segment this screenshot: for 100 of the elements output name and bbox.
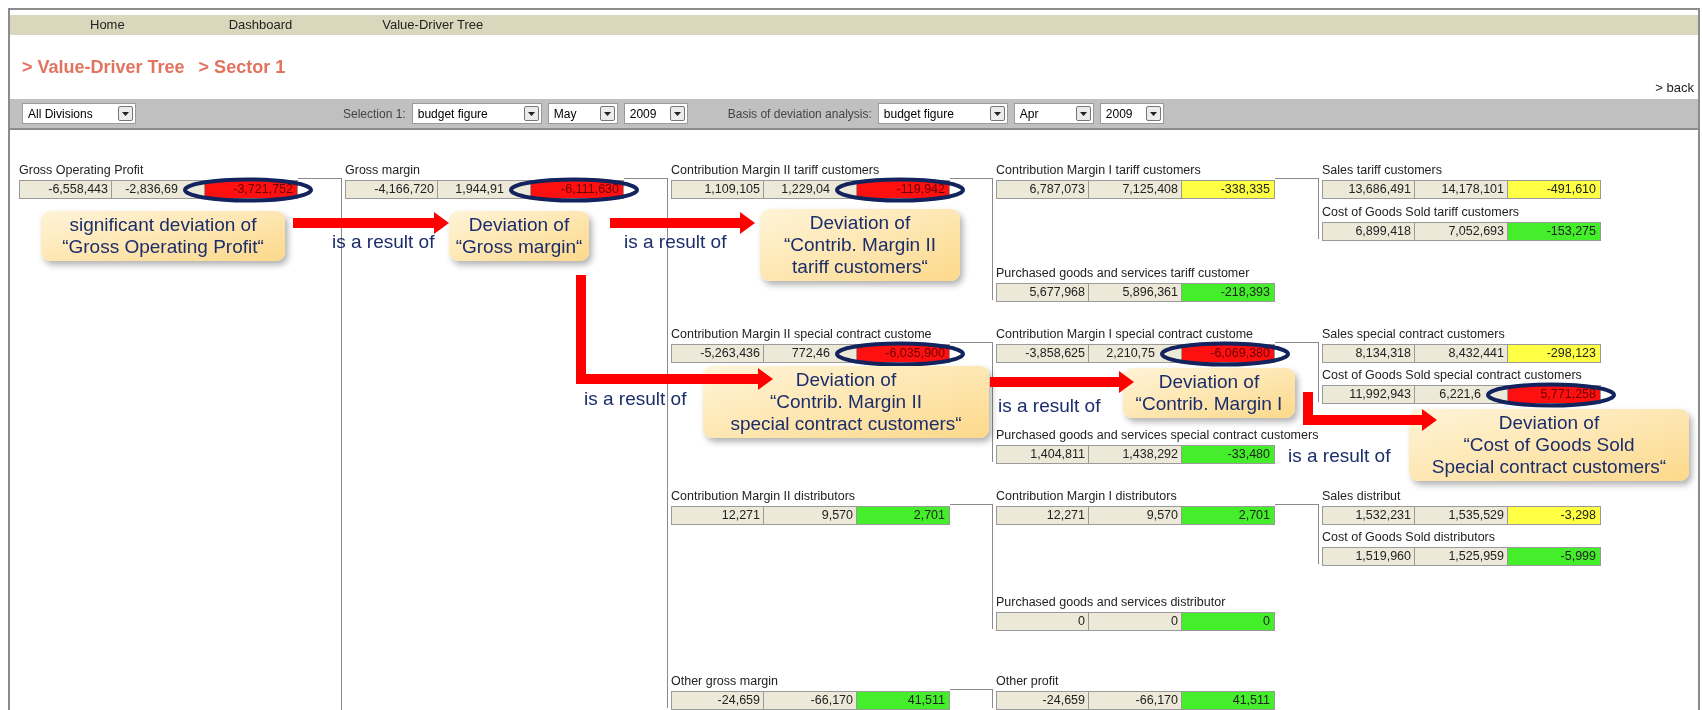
value-cell: 1,404,811 [996, 445, 1089, 464]
callout-note: Deviation of “Cost of Goods Sold Special contract customers“ [1409, 409, 1689, 481]
node-label: Purchased goods and services tariff customer [996, 266, 1251, 280]
node-label: Contribution Margin II distributors [671, 489, 857, 503]
node-label: Purchased goods and services special contract customers [996, 428, 1319, 442]
dropdown-button[interactable] [669, 106, 685, 121]
node-label: Cost of Goods Sold distributors [1322, 530, 1496, 544]
node-label: Other profit [996, 674, 1060, 688]
node-label: Purchased goods and services distributor [996, 595, 1227, 609]
caret-icon [673, 111, 681, 116]
value-cell: 1,519,960 [1322, 547, 1415, 566]
value-cell: -24,659 [996, 691, 1089, 710]
value-cell: 1,535,529 [1415, 506, 1508, 525]
callout-note: significant deviation of “Gross Operating Profit“ [41, 211, 285, 261]
value-cell: -4,166,720 [345, 180, 438, 199]
dropdown-button[interactable] [1075, 106, 1091, 121]
node-label: Sales tariff customers [1322, 163, 1443, 177]
value-cell: 9,570 [764, 506, 857, 525]
value-cell: -3,858,625 [996, 344, 1089, 363]
node-label: Gross Operating Profit [19, 163, 145, 177]
value-cell: -5,263,436 [671, 344, 764, 363]
caret-icon [603, 111, 611, 116]
deviation-cell: 2,701 [857, 506, 950, 525]
value-cell: 13,686,491 [1322, 180, 1415, 199]
deviation-cell: 2,701 [1182, 506, 1275, 525]
value-cell: 1,532,231 [1322, 506, 1415, 525]
deviation-cell: -491,610 [1508, 180, 1601, 199]
node-label: Sales distribut [1322, 489, 1402, 503]
select-field[interactable]: Apr [1013, 103, 1094, 124]
dropdown-button[interactable] [989, 106, 1005, 121]
select-field[interactable]: 2009 [623, 103, 688, 124]
node-label: Other gross margin [671, 674, 779, 688]
callout-note: Deviation of “Contrib. Margin I [1123, 368, 1295, 418]
select-field[interactable]: budget figure [877, 103, 1008, 124]
nav-link[interactable]: Value-Driver Tree [382, 15, 484, 35]
connector-label: is a result of [584, 388, 687, 410]
value-cell: -24,659 [671, 691, 764, 710]
connector-label: is a result of [1288, 445, 1391, 467]
dropdown-button[interactable] [118, 106, 133, 121]
connector-label: is a result of [624, 231, 727, 253]
back-link[interactable]: > back [1655, 79, 1694, 97]
basis-label: Basis of deviation analysis: [727, 105, 872, 123]
nav-link[interactable]: Home [90, 15, 125, 35]
select-field[interactable]: 2009 [1099, 103, 1164, 124]
deviation-cell: 41,511 [857, 691, 950, 710]
value-cell: 5,896,361 [1089, 283, 1182, 302]
deviation-cell: -218,393 [1182, 283, 1275, 302]
value-cell: 14,178,101 [1415, 180, 1508, 199]
value-cell: -66,170 [1089, 691, 1182, 710]
connector-label: is a result of [332, 231, 435, 253]
node-label: Cost of Goods Sold tariff customers [1322, 205, 1521, 219]
value-cell: 8,432,441 [1415, 344, 1508, 363]
value-cell: 1,438,292 [1089, 445, 1182, 464]
value-cell: 6,787,073 [996, 180, 1089, 199]
value-cell: 6,899,418 [1322, 222, 1415, 241]
node-label: Contribution Margin I special contract custome [996, 327, 1255, 341]
deviation-cell: -338,335 [1182, 180, 1275, 199]
value-cell: 12,271 [671, 506, 764, 525]
value-cell: -6,558,443 [19, 180, 112, 199]
node-label: Gross margin [345, 163, 422, 177]
value-cell: 11,992,943 [1322, 385, 1415, 404]
select-field[interactable]: May [547, 103, 618, 124]
value-cell: 0 [996, 612, 1089, 631]
value-cell: 9,570 [1089, 506, 1182, 525]
select-field[interactable]: budget figure [411, 103, 542, 124]
dropdown-button[interactable] [523, 106, 539, 121]
deviation-cell: -153,275 [1508, 222, 1601, 241]
caret-icon [122, 111, 129, 116]
callout-note: Deviation of “Gross margin“ [449, 211, 589, 261]
select-field[interactable]: All Divisions [22, 103, 136, 124]
node-label: Sales special contract customers [1322, 327, 1506, 341]
dropdown-button[interactable] [1145, 106, 1161, 121]
node-label: Contribution Margin I tariff customers [996, 163, 1202, 177]
value-cell: 7,125,408 [1089, 180, 1182, 199]
callout-note: Deviation of “Contrib. Margin II special contract customers“ [703, 366, 989, 438]
value-cell: 5,677,968 [996, 283, 1089, 302]
deviation-cell: -33,480 [1182, 445, 1275, 464]
caret-icon [527, 111, 535, 116]
caret-icon [1149, 111, 1157, 116]
node-label: Contribution Margin I distributors [996, 489, 1178, 503]
deviation-cell: -3,298 [1508, 506, 1601, 525]
deviation-cell: -5,999 [1508, 547, 1601, 566]
deviation-cell: 0 [1182, 612, 1275, 631]
deviation-cell: -298,123 [1508, 344, 1601, 363]
callout-note: Deviation of “Contrib. Margin II tariff customers“ [760, 209, 960, 281]
node-label: Contribution Margin II tariff customers [671, 163, 881, 177]
connector-label: is a result of [998, 395, 1101, 417]
node-label: Contribution Margin II special contract custome [671, 327, 933, 341]
value-cell: 12,271 [996, 506, 1089, 525]
nav-link[interactable]: Dashboard [228, 15, 293, 35]
caret-icon [1079, 111, 1087, 116]
dropdown-button[interactable] [599, 106, 615, 121]
node-label: Cost of Goods Sold special contract customers [1322, 368, 1583, 382]
value-cell: -66,170 [764, 691, 857, 710]
deviation-cell: 41,511 [1182, 691, 1275, 710]
selection-label: Selection 1: [343, 105, 406, 123]
value-cell: 1,525,959 [1415, 547, 1508, 566]
value-cell: 7,052,693 [1415, 222, 1508, 241]
value-cell: 0 [1089, 612, 1182, 631]
value-cell: 8,134,318 [1322, 344, 1415, 363]
